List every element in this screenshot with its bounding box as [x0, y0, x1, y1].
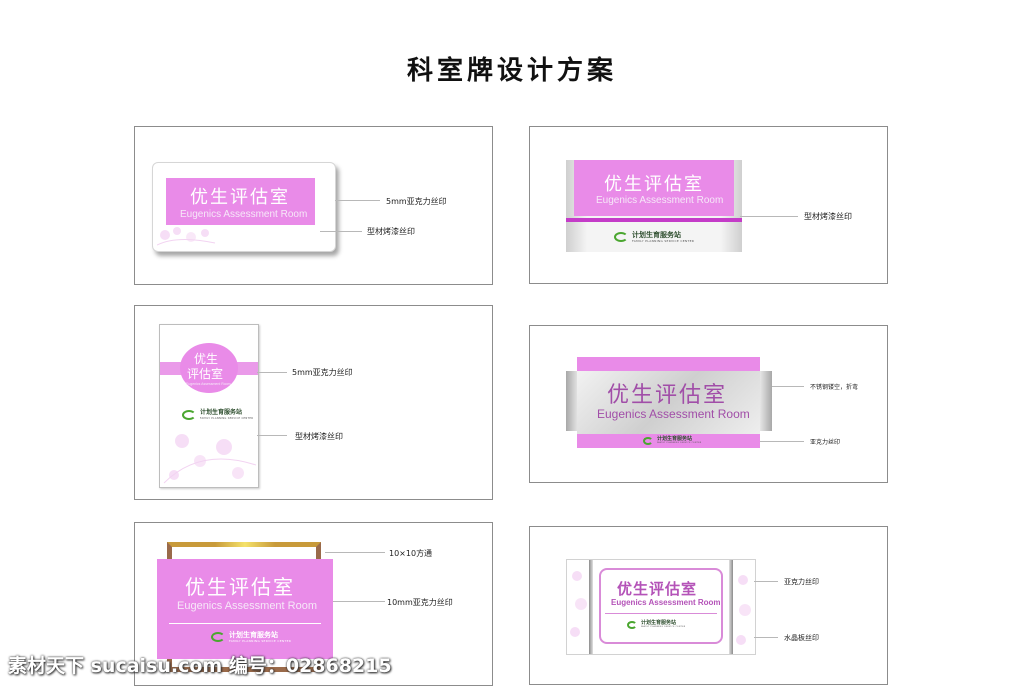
design-panel-4: 优生评估室 Eugenics Assessment Room 计划生育服务站 F… — [529, 325, 888, 483]
design-panel-1: 优生评估室 Eugenics Assessment Room 5mm亚克力丝印 … — [134, 126, 493, 285]
family-planning-logo-icon — [211, 632, 225, 642]
leader-line — [754, 581, 778, 582]
sign-face: 优生评估室 Eugenics Assessment Room 计划生育服务站 F… — [157, 559, 333, 659]
logo-block: 计划生育服务站 FAMILY PLANNING SERVICE CENTER — [211, 631, 291, 643]
design-panel-3: 优生 评估室 Eugenics Assessment Room 计划生育服务站 … — [134, 305, 493, 500]
leader-line — [257, 435, 287, 436]
leader-line — [320, 231, 362, 232]
sign-en-text: Eugenics Assessment Room — [596, 195, 724, 206]
sign-body-vertical: 优生 评估室 Eugenics Assessment Room 计划生育服务站 … — [159, 324, 259, 488]
family-planning-logo-icon — [614, 232, 628, 242]
leader-line — [772, 386, 804, 387]
annotation-note: 不锈钢镂空，折弯 — [810, 384, 859, 391]
sign-body: 优生评估室 Eugenics Assessment Room 计划生育服务站 F… — [566, 160, 742, 252]
annotation-note: 10mm亚克力丝印 — [387, 598, 453, 607]
sign-face: 优生评估室 Eugenics Assessment Room — [166, 178, 315, 225]
sign-bottom-strip: 计划生育服务站 FAMILY PLANNING SERVICE CENTER — [577, 434, 760, 448]
annotation-note: 型材烤漆丝印 — [367, 227, 415, 236]
logo-block: 计划生育服务站 FAMILY PLANNING SERVICE CENTER — [627, 620, 685, 629]
logo-subtitle: FAMILY PLANNING SERVICE CENTER — [229, 639, 292, 643]
leader-line — [325, 552, 385, 553]
logo-block: 计划生育服务站 FAMILY PLANNING SERVICE CENTER — [643, 436, 701, 445]
annotation-note: 亚克力丝印 — [784, 578, 819, 586]
leader-line — [333, 601, 385, 602]
leader-line — [335, 200, 380, 201]
family-planning-logo-icon — [643, 436, 653, 445]
sign-face: 优生评估室 Eugenics Assessment Room — [574, 160, 734, 216]
sign-cn-text: 优生评估室 — [607, 383, 728, 408]
sign-en-text: Eugenics Assessment Room — [186, 382, 231, 386]
annotation-note: 水晶板丝印 — [784, 634, 819, 642]
leader-line — [760, 441, 804, 442]
sign-cn-line-2: 评估室 — [187, 367, 224, 381]
annotation-note: 5mm亚克力丝印 — [386, 197, 447, 206]
crystal-plate: 优生评估室 Eugenics Assessment Room 计划生育服务站 F… — [566, 559, 756, 655]
annotation-note: 10×10方通 — [389, 549, 433, 558]
sign-frame: 优生评估室 Eugenics Assessment Room 计划生育服务站 F… — [599, 568, 723, 644]
annotation-note: 亚克力丝印 — [810, 439, 841, 446]
flower-pattern — [736, 575, 751, 645]
logo-subtitle: FAMILY PLANNING SERVICE CENTER — [657, 442, 702, 444]
right-bracket — [760, 371, 772, 431]
sign-en-text: Eugenics Assessment Room — [180, 209, 308, 220]
annotation-note: 型材烤漆丝印 — [295, 432, 343, 441]
leader-line — [740, 216, 798, 217]
sign-cn-text: 优生评估室 — [617, 580, 698, 598]
design-panel-6: 优生评估室 Eugenics Assessment Room 计划生育服务站 F… — [529, 526, 888, 685]
leader-line — [754, 637, 778, 638]
divider-line — [169, 623, 321, 624]
logo-name: 计划生育服务站 — [200, 409, 243, 416]
logo-subtitle: FAMILY PLANNING SERVICE CENTER — [632, 239, 695, 243]
page-title: 科室牌设计方案 — [406, 56, 617, 86]
sign-circle: 优生 评估室 Eugenics Assessment Room — [180, 343, 238, 393]
accent-bar — [566, 218, 742, 222]
family-planning-logo-icon — [627, 620, 637, 629]
frame-highlight — [215, 542, 275, 547]
annotation-note: 型材烤漆丝印 — [804, 212, 852, 221]
sign-en-text: Eugenics Assessment Room — [611, 598, 721, 607]
sign-cn-text: 优生评估室 — [185, 575, 295, 599]
logo-name: 计划生育服务站 — [632, 231, 681, 239]
flower-pattern — [163, 434, 257, 484]
watermark: 素材天下 sucaisu.com 编号：02868215 — [8, 655, 392, 677]
logo-subtitle: FAMILY PLANNING SERVICE CENTER — [641, 626, 686, 628]
sign-top-strip — [577, 357, 760, 371]
sign-cn-text: 优生评估室 — [604, 174, 704, 195]
leader-line — [257, 372, 287, 373]
logo-block: 计划生育服务站 FAMILY PLANNING SERVICE CENTER — [614, 231, 694, 243]
annotation-note: 5mm亚克力丝印 — [292, 368, 353, 377]
steel-face: 优生评估室 Eugenics Assessment Room — [577, 371, 760, 434]
design-panel-2: 优生评估室 Eugenics Assessment Room 计划生育服务站 F… — [529, 126, 888, 284]
sign-en-text: Eugenics Assessment Room — [177, 600, 318, 612]
divider-line — [605, 613, 717, 614]
sign-en-text: Eugenics Assessment Room — [597, 407, 750, 421]
flower-pattern — [157, 227, 216, 246]
logo-name: 计划生育服务站 — [229, 631, 278, 639]
flower-pattern — [570, 571, 587, 637]
sign-cn-text: 优生评估室 — [190, 187, 290, 208]
